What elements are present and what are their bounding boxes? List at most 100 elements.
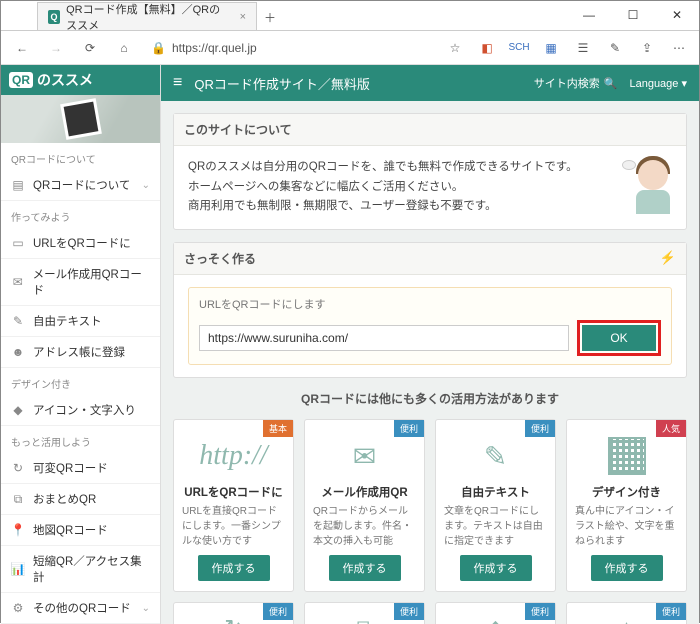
sidebar-item-address[interactable]: ☻アドレス帳に登録 [1,337,160,368]
card-desc: URLを直接QRコードにします。一番シンプルな使い方です [182,504,285,549]
card-icon [608,434,646,478]
card-tag: 便利 [525,420,555,437]
feature-card-small-2: 便利 ◆ [435,602,556,624]
card-icon: ↻ [224,611,242,624]
ok-button[interactable]: OK [582,325,656,351]
card-create-button[interactable]: 作成する [198,555,270,581]
sidebar-section-hdr-about: QRコードについて [1,143,160,170]
card-desc: 文章をQRコードにします。テキストは自由に指定できます [444,504,547,549]
text-icon: ✎ [11,314,25,328]
url-input[interactable] [199,325,569,351]
hamburger-icon[interactable]: ≡ [173,74,182,92]
recycle-icon: ↻ [11,461,25,475]
sidebar-section-hdr-try: 作ってみよう [1,201,160,228]
sidebar-item-omatome-qr[interactable]: ⧉おまとめQR [1,484,160,515]
bundle-icon: ⧉ [11,492,25,506]
new-tab-button[interactable]: ＋ [257,4,283,30]
favorites-icon[interactable]: ☆ [443,36,467,60]
sidebar-item-about-qr[interactable]: ▤QRコードについて [1,170,160,201]
address-bar[interactable]: 🔒 https://qr.quel.jp [145,41,263,55]
browser-tab[interactable]: Q QRコード作成【無料】／QRのススメ × [37,2,257,30]
link-icon: ▭ [11,236,25,250]
about-panel-header: このサイトについて [174,114,686,146]
sidebar-item-mail[interactable]: ✉メール作成用QRコード [1,259,160,306]
feature-card-0: 基本http:// URLをQRコードに URLを直接QRコードにします。一番シンプ… [173,419,294,592]
card-title: URLをQRコードに [184,484,282,500]
share-icon[interactable]: ⇪ [635,36,659,60]
card-create-button[interactable]: 作成する [329,555,401,581]
window-titlebar: Q QRコード作成【無料】／QRのススメ × ＋ — ☐ ✕ [1,1,699,31]
bolt-icon: ⚡ [660,250,676,266]
card-icon: ◆ [487,611,504,624]
more-icon[interactable]: ⋯ [667,36,691,60]
sidebar-item-map-qr[interactable]: 📍地図QRコード [1,515,160,546]
close-tab-icon[interactable]: × [240,11,246,23]
about-line-2: ホームページへの集客などに幅広くご活用ください。 [188,178,672,198]
sidebar-item-other-qr[interactable]: ⚙その他のQRコード [1,593,160,624]
card-icon: ✎ [484,434,507,478]
back-button[interactable]: ← [9,35,35,61]
card-icon: ▲ [616,611,638,624]
extension-icon-3[interactable]: ▦ [539,36,563,60]
ok-button-highlight: OK [577,320,661,356]
card-title: メール作成用QR [321,484,407,500]
mail-icon: ✉ [11,275,25,289]
sidebar-item-icon-text[interactable]: ◆アイコン・文字入り [1,395,160,426]
url-text: https://qr.quel.jp [172,41,257,55]
sidebar-item-url[interactable]: ▭URLをQRコードに [1,228,160,259]
sidebar: QR のススメ QRコードについて ▤QRコードについて 作ってみよう ▭URL… [1,65,161,624]
feature-card-small-1: 便利⧉ [304,602,425,624]
card-title: 自由テキスト [461,484,530,500]
forward-button[interactable]: → [43,35,69,61]
feature-card-1: 便利✉メール作成用QRQRコードからメールを起動します。件名・本文の挿入も可能作… [304,419,425,592]
extension-icon-2[interactable]: SCH [507,36,531,60]
home-button[interactable]: ⌂ [111,35,137,61]
notes-icon[interactable]: ✎ [603,36,627,60]
refresh-button[interactable]: ⟳ [77,35,103,61]
assistant-illustration [628,154,674,214]
stats-icon: 📊 [11,562,25,576]
minimize-button[interactable]: — [567,1,611,29]
close-button[interactable]: ✕ [655,1,699,29]
sidebar-section-hdr-design: デザイン付き [1,368,160,395]
sidebar-item-text[interactable]: ✎自由テキスト [1,306,160,337]
card-tag: 便利 [656,603,686,620]
reading-list-icon[interactable]: ☰ [571,36,595,60]
feature-card-3: 人気デザイン付き真ん中にアイコン・イラスト絵や、文字を重ねられます作成する [566,419,687,592]
make-panel: さっそく作る⚡ URLをQRコードにします OK [173,242,687,379]
card-create-button[interactable]: 作成する [591,555,663,581]
sidebar-item-short-qr[interactable]: 📊短縮QR／アクセス集計 [1,546,160,593]
about-line-3: 商用利用でも無制限・無期限で、ユーザー登録も不要です。 [188,197,672,217]
lock-icon: 🔒 [151,41,166,55]
hero-image [1,95,160,143]
card-tag: 便利 [525,603,555,620]
card-create-button[interactable]: 作成する [460,555,532,581]
make-label: URLをQRコードにします [199,296,661,315]
site-logo[interactable]: QR のススメ [1,65,160,95]
sidebar-section-hdr-more: もっと活用しよう [1,426,160,453]
language-select[interactable]: Language ▾ [629,77,687,90]
sidebar-item-variable-qr[interactable]: ↻可変QRコード [1,453,160,484]
more-methods-header: QRコードには他にも多くの活用方法があります [173,390,687,407]
card-tag: 人気 [656,420,686,437]
card-tag: 便利 [394,420,424,437]
feature-card-2: 便利 ✎ 自由テキスト文章をQRコードにします。テキストは自由に指定できます作成する [435,419,556,592]
about-panel: このサイトについて QRのススメは自分用のQRコードを、誰でも無料で作成できるサ… [173,113,687,230]
doc-icon: ▤ [11,178,25,192]
site-search-button[interactable]: サイト内検索 🔍 [534,75,618,91]
page-topbar: ≡ QRコード作成サイト／無料版 サイト内検索 🔍 Language ▾ [161,65,699,101]
logo-text: のススメ [37,70,93,90]
map-pin-icon: 📍 [11,523,25,537]
card-tag: 基本 [263,420,293,437]
card-icon: http:// [199,434,267,478]
search-icon: 🔍 [604,77,618,90]
make-panel-header: さっそく作る⚡ [174,243,686,275]
contact-icon: ☻ [11,345,25,359]
browser-toolbar: ← → ⟳ ⌂ 🔒 https://qr.quel.jp ☆ ◧ SCH ▦ ☰… [1,31,699,65]
card-icon: ✉ [353,434,376,478]
card-tag: 便利 [263,603,293,620]
card-tag: 便利 [394,603,424,620]
maximize-button[interactable]: ☐ [611,1,655,29]
extension-icon[interactable]: ◧ [475,36,499,60]
feature-card-small-0: 便利 ↻ [173,602,294,624]
